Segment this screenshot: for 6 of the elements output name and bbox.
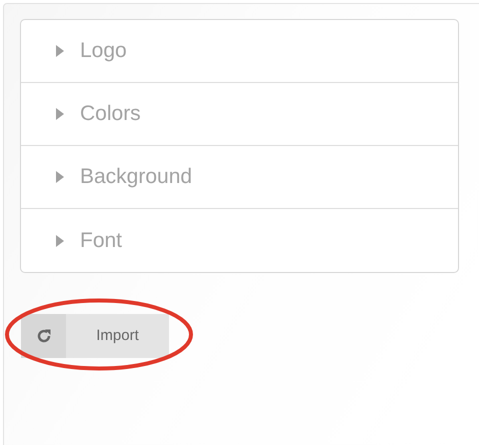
import-button[interactable]: Import (21, 314, 169, 358)
accordion-header[interactable]: Colors (21, 83, 458, 146)
accordion-header[interactable]: Background (21, 146, 458, 209)
accordion-header[interactable]: Font (21, 209, 458, 272)
refresh-icon (36, 328, 52, 344)
accordion-header[interactable]: Logo (21, 20, 458, 83)
